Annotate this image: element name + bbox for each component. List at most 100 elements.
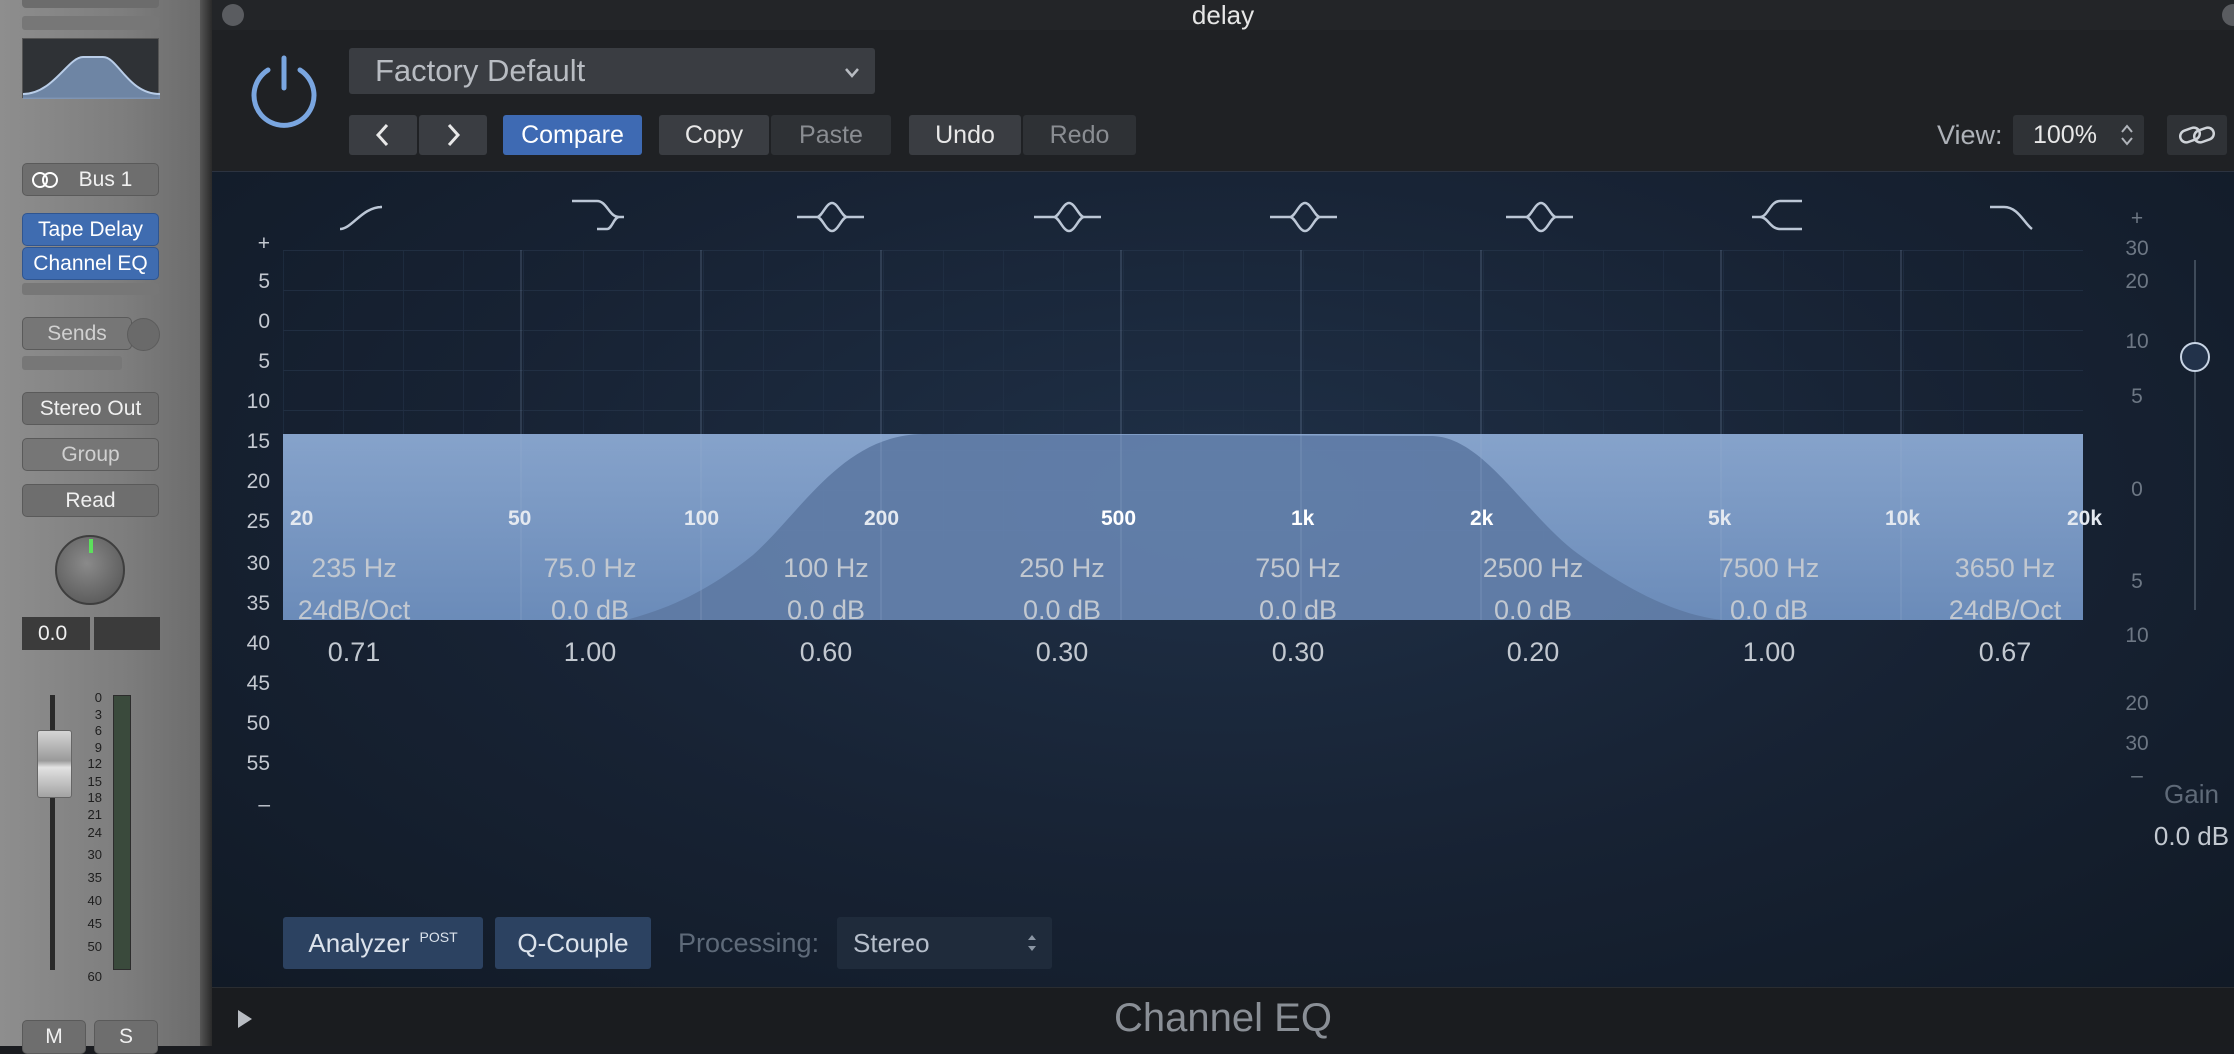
lowshelf-band-icon[interactable] bbox=[572, 199, 624, 231]
volume-fader[interactable] bbox=[37, 730, 72, 798]
processing-label: Processing: bbox=[678, 928, 820, 958]
q-couple-button[interactable]: Q-Couple bbox=[495, 917, 651, 969]
link-button[interactable] bbox=[2167, 115, 2227, 155]
plugin-window: delay Factory Default Compare Copy Paste… bbox=[212, 0, 2234, 1046]
paste-button[interactable]: Paste bbox=[771, 115, 891, 155]
redo-button[interactable]: Redo bbox=[1023, 115, 1136, 155]
right-scale-tick: 10 bbox=[2125, 624, 2149, 647]
band-column: 250 Hz 0.0 dB 0.30 bbox=[977, 547, 1147, 673]
bell-band-3-icon[interactable] bbox=[1270, 201, 1337, 233]
peak-readout[interactable] bbox=[94, 617, 160, 650]
band-gain-value[interactable]: 0.0 dB bbox=[741, 589, 911, 631]
compare-button[interactable]: Compare bbox=[503, 115, 642, 155]
band-freq-value[interactable]: 750 Hz bbox=[1213, 547, 1383, 589]
band-q-value[interactable]: 0.67 bbox=[1920, 631, 2090, 673]
left-scale-tick: 5 bbox=[258, 350, 270, 373]
insert-tape-delay[interactable]: Tape Delay bbox=[22, 213, 159, 246]
band-freq-value[interactable]: 100 Hz bbox=[741, 547, 911, 589]
window-zoom-button[interactable] bbox=[2222, 4, 2234, 26]
automation-mode-button[interactable]: Read bbox=[22, 484, 159, 517]
band-freq-value[interactable]: 2500 Hz bbox=[1448, 547, 1618, 589]
preset-menu[interactable]: Factory Default bbox=[349, 48, 875, 94]
band-gain-value[interactable]: 24dB/Oct bbox=[269, 589, 439, 631]
view-zoom-stepper[interactable]: 100% bbox=[2013, 115, 2144, 155]
bus-slot[interactable]: Bus 1 bbox=[22, 163, 159, 196]
band-q-value[interactable]: 0.30 bbox=[977, 631, 1147, 673]
pan-knob[interactable] bbox=[55, 535, 125, 605]
insert-empty-slot[interactable] bbox=[22, 283, 159, 295]
gain-value[interactable]: 0.0 dB bbox=[2129, 815, 2234, 857]
frequency-label: 2k bbox=[1470, 507, 1494, 530]
band-q-value[interactable]: 0.30 bbox=[1213, 631, 1383, 673]
close-window-button[interactable] bbox=[222, 4, 244, 26]
strip-top-slot[interactable] bbox=[22, 0, 159, 8]
band-gain-value[interactable]: 0.0 dB bbox=[977, 589, 1147, 631]
volume-value: 0.0 bbox=[38, 621, 68, 645]
analyzer-button[interactable]: Analyzer POST bbox=[283, 917, 483, 969]
left-scale-tick: 0 bbox=[258, 310, 270, 333]
fader-scale-tick: 0 bbox=[94, 690, 102, 705]
band-column: 100 Hz 0.0 dB 0.60 bbox=[741, 547, 911, 673]
band-q-value[interactable]: 1.00 bbox=[1684, 631, 1854, 673]
link-icon bbox=[2178, 126, 2216, 144]
right-scale-tick: 20 bbox=[2125, 270, 2149, 293]
plugin-name: Channel EQ bbox=[1114, 996, 1332, 1040]
band-column: 750 Hz 0.0 dB 0.30 bbox=[1213, 547, 1383, 673]
band-q-value[interactable]: 0.60 bbox=[741, 631, 911, 673]
frequency-label: 20k bbox=[2067, 507, 2103, 530]
mute-button[interactable]: M bbox=[22, 1020, 86, 1054]
bell-band-4-icon[interactable] bbox=[1506, 201, 1573, 233]
eq-thumbnail[interactable] bbox=[22, 38, 161, 99]
right-scale-tick: 0 bbox=[2131, 478, 2143, 501]
next-preset-button[interactable] bbox=[419, 115, 487, 155]
band-q-value[interactable]: 0.71 bbox=[269, 631, 439, 673]
left-scale-tick: 25 bbox=[246, 510, 270, 533]
group-button[interactable]: Group bbox=[22, 438, 159, 471]
sends-button[interactable]: Sends bbox=[22, 317, 132, 350]
band-q-value[interactable]: 0.20 bbox=[1448, 631, 1618, 673]
chevron-down-icon bbox=[843, 57, 861, 93]
chevron-right-icon bbox=[447, 123, 461, 147]
frequency-label: 100 bbox=[684, 507, 720, 530]
processing-select[interactable]: Stereo bbox=[837, 917, 1052, 969]
insert-channel-eq[interactable]: Channel EQ bbox=[22, 247, 159, 280]
gain-slider-track bbox=[2194, 260, 2196, 610]
volume-readout[interactable]: 0.0 bbox=[22, 617, 90, 650]
band-freq-value[interactable]: 3650 Hz bbox=[1920, 547, 2090, 589]
processing-value: Stereo bbox=[853, 927, 930, 958]
gain-slider-handle[interactable] bbox=[2180, 342, 2210, 372]
previous-preset-button[interactable] bbox=[349, 115, 417, 155]
left-scale-tick: 30 bbox=[246, 552, 270, 575]
band-gain-value[interactable]: 0.0 dB bbox=[1684, 589, 1854, 631]
band-freq-value[interactable]: 235 Hz bbox=[269, 547, 439, 589]
band-freq-value[interactable]: 75.0 Hz bbox=[505, 547, 675, 589]
send-knob[interactable] bbox=[127, 318, 160, 351]
lowpass-band-icon[interactable] bbox=[1990, 205, 2033, 230]
power-button[interactable] bbox=[246, 52, 322, 128]
band-gain-value[interactable]: 0.0 dB bbox=[1213, 589, 1383, 631]
fader-scale-tick: 30 bbox=[87, 847, 102, 863]
solo-button[interactable]: S bbox=[94, 1020, 158, 1054]
band-freq-value[interactable]: 250 Hz bbox=[977, 547, 1147, 589]
bell-band-1-icon[interactable] bbox=[797, 201, 864, 233]
copy-button[interactable]: Copy bbox=[659, 115, 769, 155]
strip-slot[interactable] bbox=[22, 16, 159, 30]
output-button[interactable]: Stereo Out bbox=[22, 392, 159, 425]
undo-button[interactable]: Undo bbox=[909, 115, 1021, 155]
frequency-label: 500 bbox=[1101, 507, 1137, 530]
send-slot[interactable] bbox=[22, 356, 122, 370]
right-scale-tick: + bbox=[2130, 207, 2144, 230]
pan-indicator bbox=[89, 539, 93, 553]
band-gain-value[interactable]: 24dB/Oct bbox=[1920, 589, 2090, 631]
right-scale-tick: 30 bbox=[2125, 732, 2149, 755]
bell-band-2-icon[interactable] bbox=[1034, 201, 1101, 233]
band-freq-value[interactable]: 7500 Hz bbox=[1684, 547, 1854, 589]
band-gain-value[interactable]: 0.0 dB bbox=[505, 589, 675, 631]
window-title: delay bbox=[1191, 0, 1255, 30]
band-q-value[interactable]: 1.00 bbox=[505, 631, 675, 673]
highpass-band-icon[interactable] bbox=[339, 205, 383, 231]
band-column: 75.0 Hz 0.0 dB 1.00 bbox=[505, 547, 675, 673]
eq-thumbnail-curve bbox=[22, 56, 161, 99]
band-gain-value[interactable]: 0.0 dB bbox=[1448, 589, 1618, 631]
highshelf-band-icon[interactable] bbox=[1752, 199, 1802, 231]
